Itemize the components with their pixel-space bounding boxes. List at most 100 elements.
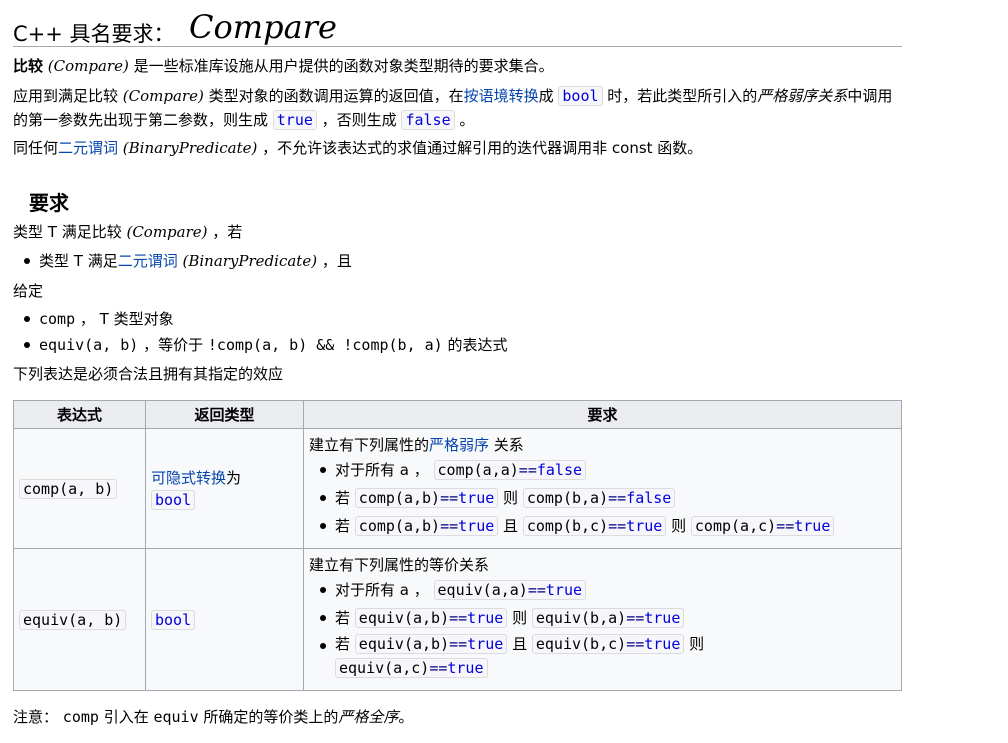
p2-text-g: 。 [454,111,475,129]
given-comp-text: ， T 类型对象 [75,310,174,328]
ret-tail: 为 [226,468,242,487]
code-expr: equiv(a,a)==true [433,580,587,600]
intro-paragraph-1: 比较 (Compare) 是一些标准库设施从用户提供的函数对象类型期待的要求集合… [13,55,554,77]
return-cell: bool [145,548,304,691]
list-item: 若 equiv(a,b)==true 且 equiv(b,c)==true 则e… [309,632,896,680]
expr-cell: comp(a, b) [13,428,146,549]
req-list: 对于所有 a ， comp(a,a)==false 若 comp(a,b)==t… [309,456,896,540]
code-expr: equiv(a,b)==true [354,634,508,654]
requirements-table: 表达式 返回类型 要求 comp(a, b) 可隐式转换为 bool 建立有下列… [13,400,902,691]
strict-total-order-term: 严格全序 [338,708,399,726]
given-equiv-def-code: !comp(a, b) && !comp(b, a) [207,336,443,354]
fn-args: (a, b) [68,610,123,629]
code-expr: comp(b,c)==true [522,516,667,536]
note-paragraph: 注意： comp 引入在 equiv 所确定的等价类上的严格全序。 [13,706,413,728]
expr-comp-code: comp(a, b) [19,478,118,499]
contextual-conversion-link[interactable]: 按语境转换 [464,87,539,105]
given-comp-code: comp [39,310,76,328]
req-lead: 建立有下列属性的等价关系 [309,556,490,574]
req-line-a: 类型 T 满足比较 [13,223,127,241]
code-expr: equiv(a,c)==true [335,658,488,678]
list-item: equiv(a, b) ，等价于 !comp(a, b) && !comp(b,… [13,332,507,358]
req-lead-b: 关系 [489,436,524,454]
requirements-heading: 要求 [29,191,69,215]
code-expr: equiv(b,c)==true [531,634,685,654]
note-code-comp: comp [62,708,99,726]
return-type-bool: bool [151,489,196,510]
binary-predicate-link-2[interactable]: 二元谓词 [118,252,178,270]
item-text: 对于所有 a ， [335,581,429,599]
given-list: comp ， T 类型对象 equiv(a, b) ，等价于 !comp(a, … [13,306,507,358]
p2-text-f: ，否则生成 [316,111,402,129]
binary-predicate-link[interactable]: 二元谓词 [58,139,118,157]
table-lead: 下列表达是必须合法且拥有其指定的效应 [13,365,284,383]
requirements-cell: 建立有下列属性的等价关系 对于所有 a ， equiv(a,a)==true 若… [303,548,902,691]
list-item: 若 equiv(a,b)==true 则 equiv(b,a)==true [309,604,896,632]
intro-term: 比较 [13,57,44,75]
code-expr: comp(a,a)==false [433,460,587,480]
title-main: Compare [189,8,337,46]
code-expr: comp(b,a)==false [522,488,676,508]
fn-name: equiv [23,610,69,629]
page-title: C++ 具名要求： Compare [13,6,902,47]
p2-text-d: 时，若此类型所引入的 [602,87,758,105]
bullet-text-a: 类型 T 满足 [39,252,118,270]
given-equiv-code: equiv(a, b) [39,336,139,354]
table-row: equiv(a, b) bool 建立有下列属性的等价关系 对于所有 a ， e… [13,548,902,691]
requirements-line: 类型 T 满足比较 (Compare) ，若 [13,221,242,243]
list-item: 对于所有 a ， equiv(a,a)==true [309,576,896,604]
given-equiv-tail: 的表达式 [442,336,508,354]
given-equiv-text: ，等价于 [138,336,208,354]
code-expr: comp(a,b)==true [354,516,499,536]
p2-text-c: 成 [538,87,559,105]
bullet-text-b: ，且 [317,252,352,270]
given-label: 给定 [13,282,44,300]
header-expression: 表达式 [13,400,146,429]
p3-text-b: ，不允许该表达式的求值通过解引用的迭代器调用非 const 函数。 [257,139,703,157]
req-lead-a: 建立有下列属性的 [309,436,430,454]
fn-args: (a, b) [59,479,114,498]
code-expr: comp(a,b)==true [354,488,499,508]
p2-text-a: 应用到满足比较 [13,87,123,105]
p2-term-en: (Compare) [122,87,204,105]
header-return-type: 返回类型 [145,400,304,429]
p2-text-b: 类型对象的函数调用运算的返回值，在 [203,87,464,105]
req-list: 对于所有 a ， equiv(a,a)==true 若 equiv(a,b)==… [309,576,896,680]
requirements-list: 类型 T 满足二元谓词 (BinaryPredicate) ，且 [13,248,352,274]
code-bool: bool [558,86,603,106]
code-expr: comp(a,c)==true [690,516,835,536]
expr-equiv-code: equiv(a, b) [19,609,127,630]
fn-name: comp [23,479,60,498]
implicitly-convertible-link[interactable]: 可隐式转换 [151,469,226,487]
intro-paragraph-3: 同任何二元谓词 (BinaryPredicate) ，不允许该表达式的求值通过解… [13,137,702,159]
intro-paragraph-2: 应用到满足比较 (Compare) 类型对象的函数调用运算的返回值，在按语境转换… [13,84,903,132]
intro-term-en: (Compare) [47,57,129,75]
list-item: 若 comp(a,b)==true 且 comp(b,c)==true 则 co… [309,512,896,540]
table-header-row: 表达式 返回类型 要求 [13,400,902,429]
note-text-c: 所确定的等价类上的 [198,708,339,726]
list-item: 类型 T 满足二元谓词 (BinaryPredicate) ，且 [13,248,352,274]
req-line-b: ，若 [207,223,243,241]
return-cell: 可隐式转换为 bool [145,428,304,549]
list-item: comp ， T 类型对象 [13,306,507,332]
p3-term-en: (BinaryPredicate) [118,139,258,157]
code-false: false [401,110,455,130]
note-text-d: 。 [398,708,414,726]
p3-text-a: 同任何 [13,139,59,157]
strict-weak-order-link[interactable]: 严格弱序 [429,436,489,454]
note-text-b: 引入在 [98,708,154,726]
req-line-term: (Compare) [126,223,208,241]
list-item: 若 comp(a,b)==true 则 comp(b,a)==false [309,484,896,512]
bullet-term-en: (BinaryPredicate) [177,252,318,270]
strict-weak-order-term: 严格弱序关系 [757,87,848,105]
expr-cell: equiv(a, b) [13,548,146,691]
req-lead: 建立有下列属性的严格弱序 关系 [309,434,896,456]
list-item: 对于所有 a ， comp(a,a)==false [309,456,896,484]
header-requirements: 要求 [303,400,902,429]
title-prefix: C++ 具名要求： [13,22,175,46]
code-expr: equiv(b,a)==true [531,608,685,628]
requirements-cell: 建立有下列属性的严格弱序 关系 对于所有 a ， comp(a,a)==fals… [303,428,902,549]
note-code-equiv: equiv [153,708,199,726]
return-type-bool: bool [151,609,196,630]
table-row: comp(a, b) 可隐式转换为 bool 建立有下列属性的严格弱序 关系 对… [13,428,902,549]
